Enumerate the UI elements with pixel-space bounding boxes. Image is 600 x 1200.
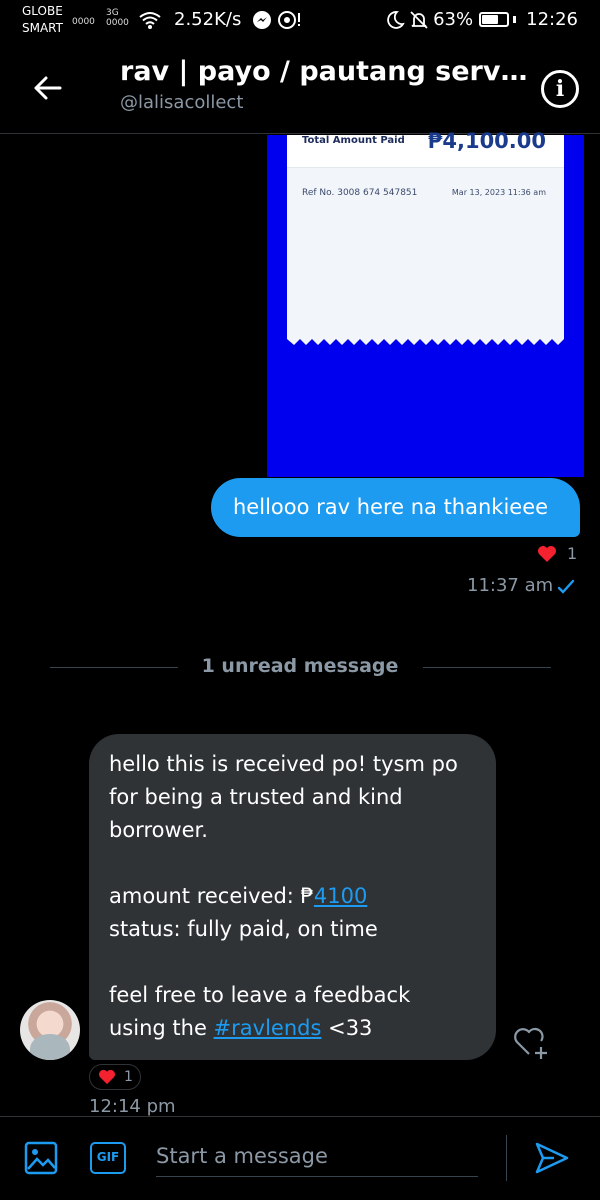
outgoing-timestamp: 11:37 am (467, 575, 554, 596)
seen-check-icon (557, 579, 575, 594)
gif-icon[interactable]: GIF (90, 1142, 126, 1174)
hashtag-link[interactable]: #ravlends (214, 1016, 322, 1040)
feedback-prefix: using the (109, 1016, 214, 1040)
outgoing-reaction[interactable]: 1 (537, 544, 577, 563)
carrier-2: SMART (22, 21, 63, 35)
network-type: 3G (106, 8, 119, 18)
incoming-feedback-line-2: using the #ravlends <33 (109, 1012, 476, 1045)
incoming-line-1: hello this is received po! tysm po for b… (109, 752, 465, 842)
incoming-message-bubble[interactable]: hello this is received po! tysm po for b… (89, 734, 496, 1060)
message-input[interactable] (156, 1135, 478, 1177)
incoming-reaction-count: 1 (124, 1069, 133, 1085)
composer-separator (506, 1135, 507, 1181)
conversation-title[interactable]: rav | payo / pautang servic... (120, 56, 530, 87)
receipt-card: Total Amount Paid ₱4,100.00 Ref No. 3008… (287, 129, 564, 335)
receipt-torn-edge (287, 335, 564, 345)
outgoing-reaction-count: 1 (567, 544, 578, 563)
avatar[interactable] (20, 1000, 80, 1060)
heart-icon (99, 1069, 115, 1085)
carrier-names: GLOBE SMART (22, 3, 63, 37)
message-composer: GIF (0, 1116, 600, 1200)
unread-divider: 1 unread message (0, 655, 600, 685)
status-bar: GLOBE SMART 0000 3G 0000 2.52K/s 63% 12:… (0, 0, 600, 42)
receipt-image[interactable]: Total Amount Paid ₱4,100.00 Ref No. 3008… (267, 129, 584, 477)
outgoing-message-bubble[interactable]: hellooo rav here na thankieee (211, 478, 580, 537)
conversation-handle[interactable]: @lalisacollect (120, 92, 243, 113)
signal-2-icon: 3G 0000 (106, 8, 129, 28)
receipt-ref-number: Ref No. 3008 674 547851 (302, 188, 418, 198)
send-icon[interactable] (534, 1141, 570, 1175)
image-icon[interactable] (24, 1141, 58, 1175)
battery-tip (513, 16, 517, 23)
location-icon (278, 10, 301, 29)
signal-1-icon: 0000 (72, 17, 95, 27)
incoming-amount-line: amount received: ₱4100 (109, 880, 476, 913)
incoming-spacer-2 (109, 946, 476, 979)
incoming-spacer-1 (109, 847, 476, 880)
clock: 12:26 (526, 9, 578, 30)
receipt-total-label: Total Amount Paid (302, 135, 405, 146)
feedback-suffix: <33 (321, 1016, 373, 1040)
info-icon[interactable]: i (541, 70, 579, 108)
heart-icon (538, 545, 556, 562)
wifi-icon (139, 12, 161, 29)
back-arrow-icon[interactable] (30, 70, 66, 106)
incoming-timestamp: 12:14 pm (89, 1096, 176, 1117)
carrier-1: GLOBE (22, 4, 63, 18)
notification-icons (252, 9, 303, 30)
receipt-total-amount: ₱4,100.00 (427, 129, 546, 153)
incoming-status-line: status: fully paid, on time (109, 917, 378, 941)
messenger-icon (253, 10, 271, 29)
battery-percent: 63% (433, 9, 474, 30)
network-speed: 2.52K/s (174, 9, 242, 30)
moon-icon (387, 10, 405, 29)
amount-prefix: amount received: ₱ (109, 884, 314, 908)
incoming-feedback-line-1: feel free to leave a feedback (109, 983, 411, 1007)
divider-line-right (423, 667, 551, 668)
status-right: 63% 12:26 (385, 9, 578, 30)
receipt-date: Mar 13, 2023 11:36 am (451, 188, 546, 197)
battery-icon (479, 12, 510, 27)
conversation-header: rav | payo / pautang servic... @lalisaco… (0, 42, 600, 134)
amount-link[interactable]: 4100 (314, 884, 367, 908)
receipt-total-row: Total Amount Paid ₱4,100.00 (287, 129, 564, 168)
bell-off-icon (410, 10, 428, 29)
incoming-reaction[interactable]: 1 (89, 1064, 141, 1090)
unread-label: 1 unread message (201, 655, 399, 677)
add-reaction-icon[interactable] (512, 1024, 552, 1060)
signal-2-bars: 0000 (106, 18, 129, 28)
